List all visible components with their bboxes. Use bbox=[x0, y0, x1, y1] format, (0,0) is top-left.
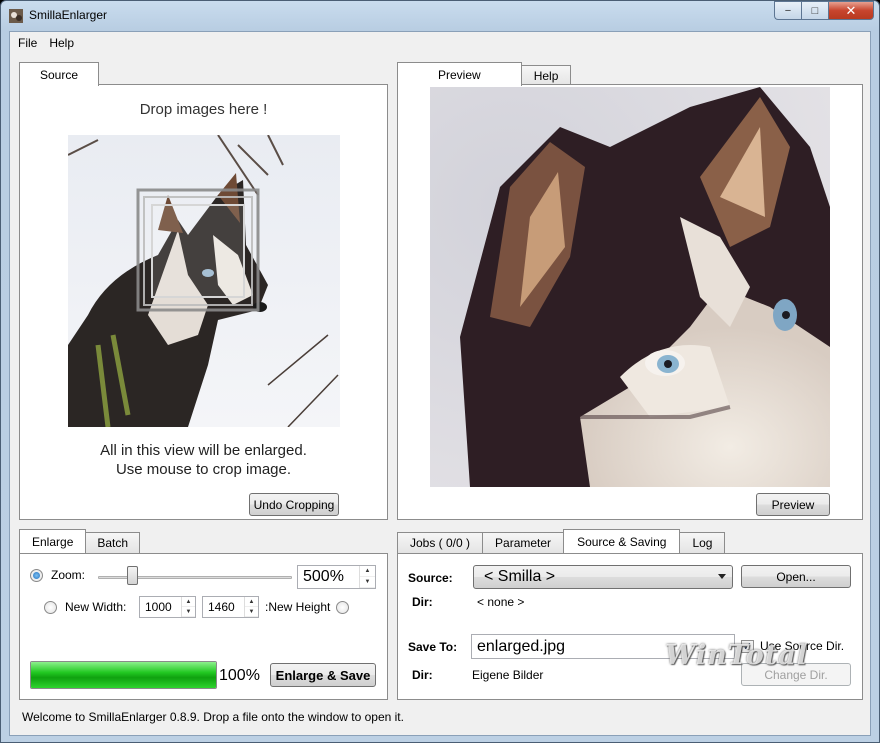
source-combo-value: < Smilla > bbox=[484, 568, 556, 585]
preview-tabbar: Preview Help bbox=[397, 62, 572, 86]
save-dir-value: Eigene Bilder bbox=[472, 668, 544, 682]
preview-image bbox=[430, 87, 830, 487]
width-field[interactable]: 1000 ▲ ▼ bbox=[139, 596, 196, 618]
app-icon bbox=[9, 9, 23, 23]
source-label: Source: bbox=[408, 571, 453, 585]
open-button[interactable]: Open... bbox=[741, 565, 851, 588]
spin-down-icon: ▼ bbox=[245, 607, 258, 617]
height-value: 1460 bbox=[208, 600, 235, 614]
source-dir-label: Dir: bbox=[412, 595, 433, 609]
width-value: 1000 bbox=[145, 600, 172, 614]
progress-label: 100% bbox=[219, 667, 260, 684]
new-width-radio[interactable] bbox=[44, 600, 57, 614]
spin-up-icon: ▲ bbox=[245, 597, 258, 607]
source-saving-panel: Source: < Smilla > Open... Dir: < none >… bbox=[397, 553, 863, 700]
tab-enlarge[interactable]: Enlarge bbox=[19, 529, 87, 553]
husky-preview-photo bbox=[430, 87, 830, 487]
width-spinner[interactable]: ▲ ▼ bbox=[181, 597, 195, 617]
zoom-radio[interactable] bbox=[30, 568, 43, 582]
spin-down-icon: ▼ bbox=[182, 607, 195, 617]
zoom-spinner[interactable]: ▲ ▼ bbox=[359, 566, 375, 588]
tab-jobs[interactable]: Jobs ( 0/0 ) bbox=[397, 532, 484, 553]
undo-cropping-button[interactable]: Undo Cropping bbox=[249, 493, 339, 516]
save-dir-label: Dir: bbox=[412, 668, 433, 682]
new-height-label: :New Height bbox=[265, 600, 331, 614]
spin-up-icon: ▲ bbox=[182, 597, 195, 607]
status-bar: Welcome to SmillaEnlarger 0.8.9. Drop a … bbox=[22, 710, 404, 724]
save-to-value: enlarged.jpg bbox=[477, 637, 566, 655]
source-dir-value: < none > bbox=[477, 595, 525, 609]
maximize-button[interactable]: □ bbox=[801, 1, 828, 20]
tab-preview[interactable]: Preview bbox=[397, 62, 522, 86]
caption-line-2: Use mouse to crop image. bbox=[115, 461, 292, 478]
menu-help[interactable]: Help bbox=[43, 36, 80, 50]
zoom-value: 500% bbox=[303, 568, 344, 585]
chevron-down-icon bbox=[718, 574, 726, 579]
new-height-row: :New Height bbox=[265, 600, 350, 614]
new-width-label: New Width: bbox=[65, 600, 127, 614]
wintotal-watermark: WinTotal bbox=[665, 640, 808, 671]
tab-batch[interactable]: Batch bbox=[85, 532, 141, 553]
tab-source[interactable]: Source bbox=[19, 62, 100, 86]
new-height-radio[interactable] bbox=[336, 600, 350, 614]
enlarge-save-button[interactable]: Enlarge & Save bbox=[270, 663, 376, 687]
progress-fill bbox=[31, 662, 216, 688]
zoom-row: Zoom: bbox=[30, 568, 85, 582]
zoom-label: Zoom: bbox=[51, 568, 86, 582]
drop-hint: Drop images here ! bbox=[139, 101, 268, 118]
tab-log[interactable]: Log bbox=[679, 532, 726, 553]
husky-source-photo bbox=[68, 135, 340, 427]
tab-parameter[interactable]: Parameter bbox=[482, 532, 565, 553]
new-width-row: New Width: bbox=[44, 600, 126, 614]
save-to-label: Save To: bbox=[408, 640, 458, 654]
height-field[interactable]: 1460 ▲ ▼ bbox=[202, 596, 259, 618]
zoom-slider-thumb[interactable] bbox=[126, 566, 138, 585]
menu-file[interactable]: File bbox=[12, 36, 43, 50]
app-window: SmillaEnlarger − □ ✕ File Help Source Dr… bbox=[0, 0, 880, 743]
zoom-value-field[interactable]: 500% ▲ ▼ bbox=[297, 565, 376, 589]
enlarge-panel: Zoom: 500% ▲ ▼ New Width: 1000 ▲ ▼ 1460 ▲ ▼… bbox=[19, 553, 388, 700]
enlarge-tabbar: Enlarge Batch bbox=[19, 529, 141, 553]
preview-button[interactable]: Preview bbox=[756, 493, 830, 516]
source-panel[interactable]: Drop images here ! All in this view will… bbox=[19, 84, 388, 520]
window-title: SmillaEnlarger bbox=[29, 8, 108, 22]
source-combo[interactable]: < Smilla > bbox=[473, 565, 733, 589]
tab-source-saving[interactable]: Source & Saving bbox=[563, 529, 681, 553]
spin-down-icon: ▼ bbox=[360, 577, 375, 588]
close-button[interactable]: ✕ bbox=[828, 1, 874, 20]
source-tabbar: Source bbox=[19, 62, 100, 86]
menu-bar: File Help bbox=[10, 32, 870, 54]
client-area: File Help Source Drop images here ! All … bbox=[9, 31, 871, 736]
title-bar[interactable]: SmillaEnlarger − □ ✕ bbox=[1, 1, 879, 31]
tab-help[interactable]: Help bbox=[520, 65, 572, 86]
preview-panel: Preview bbox=[397, 84, 863, 520]
caption-line-1: All in this view will be enlarged. bbox=[100, 442, 307, 459]
progress-bar bbox=[30, 661, 217, 689]
height-spinner[interactable]: ▲ ▼ bbox=[244, 597, 258, 617]
source-image[interactable] bbox=[68, 135, 340, 427]
spin-up-icon: ▲ bbox=[360, 566, 375, 577]
saving-tabbar: Jobs ( 0/0 ) Parameter Source & Saving L… bbox=[397, 529, 726, 553]
minimize-button[interactable]: − bbox=[774, 1, 801, 20]
